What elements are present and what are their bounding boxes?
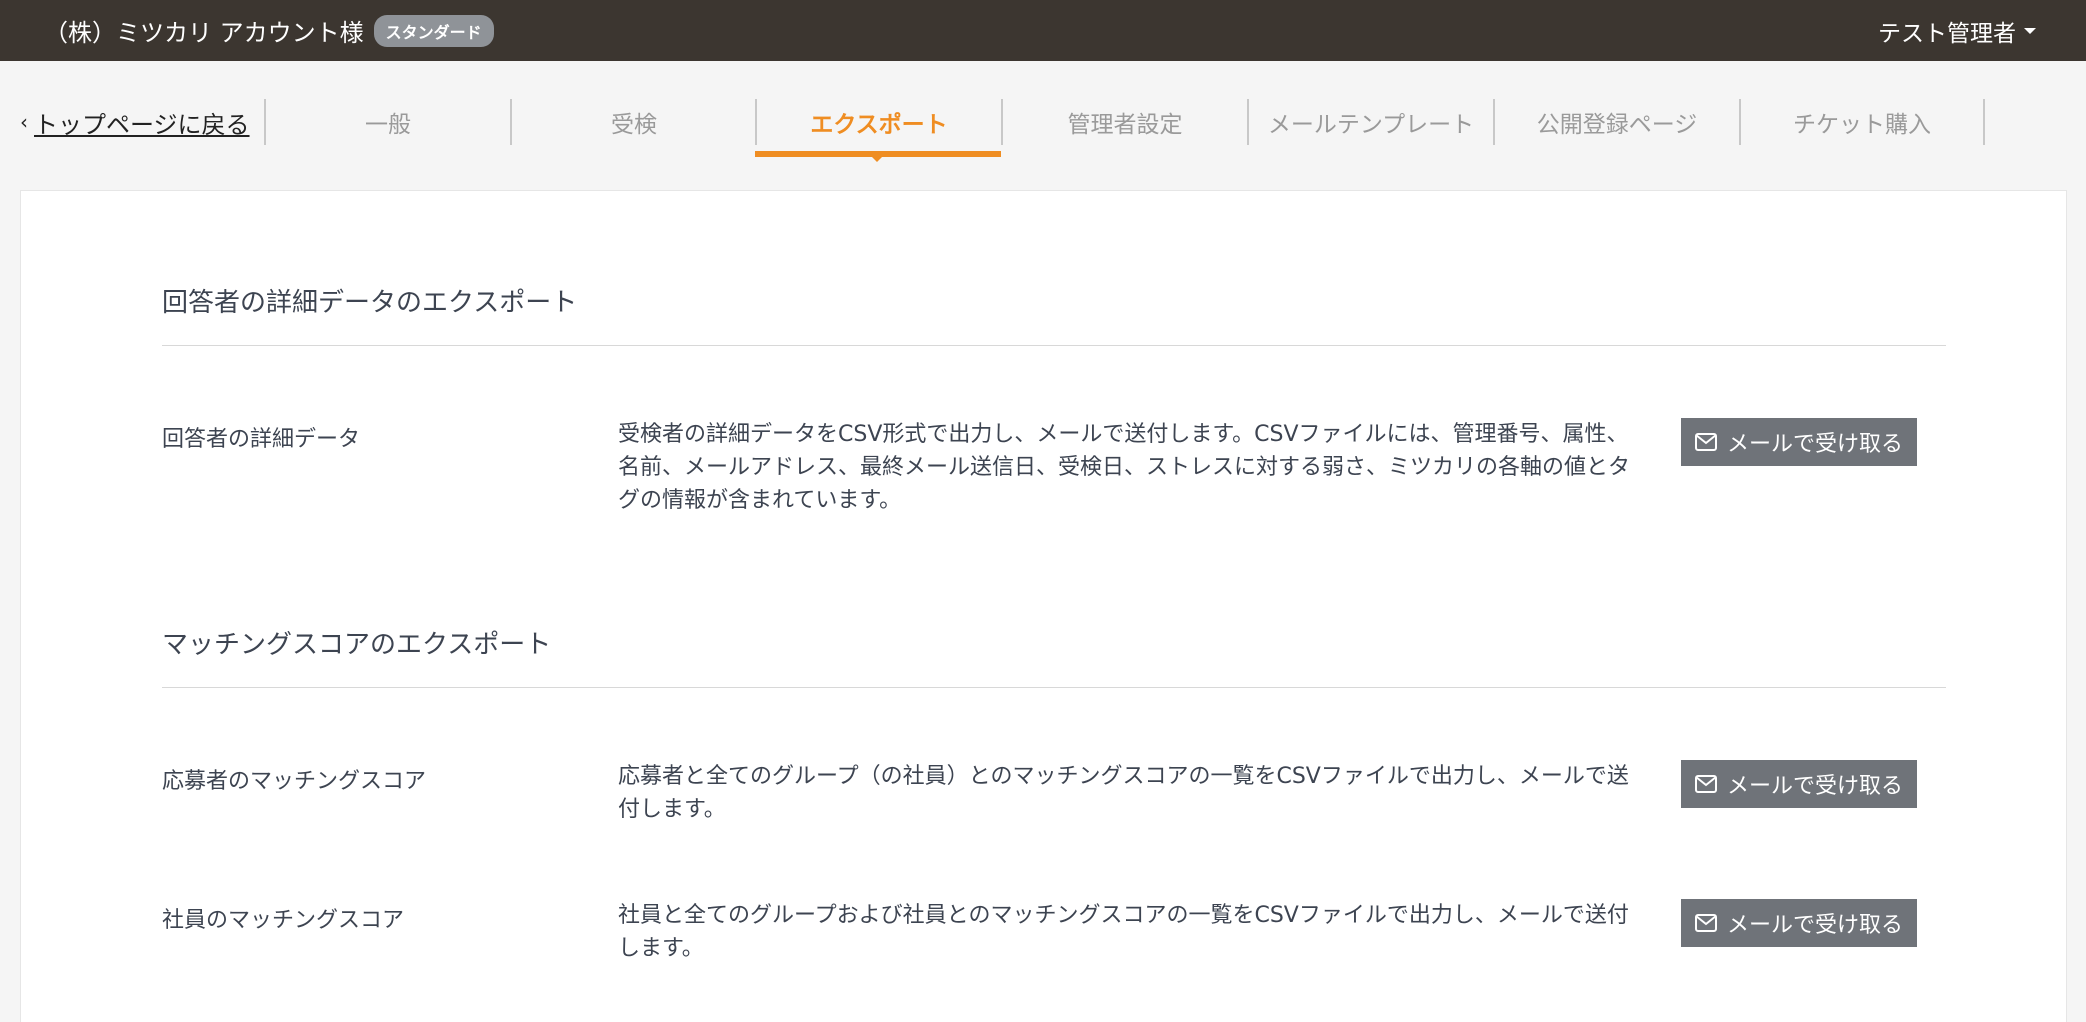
- envelope-icon: [1694, 914, 1717, 932]
- caret-down-icon: [2024, 27, 2036, 34]
- user-name: テスト管理者: [1878, 20, 2016, 47]
- back-to-top-link[interactable]: ‹ トップページに戻る: [20, 99, 250, 145]
- tab-mail-templates[interactable]: メールテンプレート: [1247, 99, 1493, 145]
- receive-by-mail-button-employee[interactable]: メールで受け取る: [1681, 899, 1917, 947]
- envelope-icon: [1694, 775, 1717, 793]
- row-label-applicant-score: 応募者のマッチングスコア: [162, 769, 427, 794]
- button-label: メールで受け取る: [1726, 774, 1903, 799]
- back-link-label: トップページに戻る: [34, 110, 250, 139]
- chevron-left-icon: ‹: [20, 110, 28, 134]
- active-tab-pointer: [872, 157, 882, 162]
- section-divider: [162, 345, 1946, 346]
- settings-tabs: ‹ トップページに戻る 一般 受検 エクスポート 管理者設定 メールテンプレート…: [0, 99, 2086, 162]
- user-menu[interactable]: テスト管理者: [1878, 14, 2036, 48]
- export-panel: 回答者の詳細データのエクスポート 回答者の詳細データ 受検者の詳細データをCSV…: [20, 190, 2067, 1022]
- tab-export[interactable]: エクスポート: [755, 99, 1001, 145]
- top-bar: （株）ミツカリ アカウント様 スタンダード テスト管理者: [0, 0, 2086, 61]
- tab-ticket-purchase[interactable]: チケット購入: [1739, 99, 1985, 145]
- receive-by-mail-button-detail[interactable]: メールで受け取る: [1681, 418, 1917, 466]
- plan-badge: スタンダード: [373, 14, 494, 47]
- section-title-detail-export: 回答者の詳細データのエクスポート: [162, 288, 578, 318]
- row-label-detail-data: 回答者の詳細データ: [162, 427, 361, 452]
- tab-admin-settings[interactable]: 管理者設定: [1001, 99, 1247, 145]
- envelope-icon: [1694, 433, 1717, 451]
- account-title: （株）ミツカリ アカウント様 スタンダード: [44, 13, 494, 48]
- row-desc-employee-score: 社員と全てのグループおよび社員とのマッチングスコアの一覧をCSVファイルで出力し…: [618, 903, 1629, 961]
- row-desc-applicant-score: 応募者と全てのグループ（の社員）とのマッチングスコアの一覧をCSVファイルで出力…: [618, 764, 1629, 822]
- tab-general[interactable]: 一般: [264, 99, 510, 145]
- button-label: メールで受け取る: [1726, 913, 1903, 938]
- tab-public-registration[interactable]: 公開登録ページ: [1493, 99, 1739, 145]
- row-desc-detail-data: 受検者の詳細データをCSV形式で出力し、メールで送付します。CSVファイルには、…: [618, 422, 1631, 513]
- tab-exam[interactable]: 受検: [510, 99, 756, 145]
- row-label-employee-score: 社員のマッチングスコア: [162, 908, 405, 933]
- button-label: メールで受け取る: [1726, 432, 1903, 457]
- section-title-matching-export: マッチングスコアのエクスポート: [162, 630, 552, 660]
- section-divider: [162, 687, 1946, 688]
- receive-by-mail-button-applicant[interactable]: メールで受け取る: [1681, 760, 1917, 808]
- company-name: （株）ミツカリ アカウント様: [44, 19, 364, 47]
